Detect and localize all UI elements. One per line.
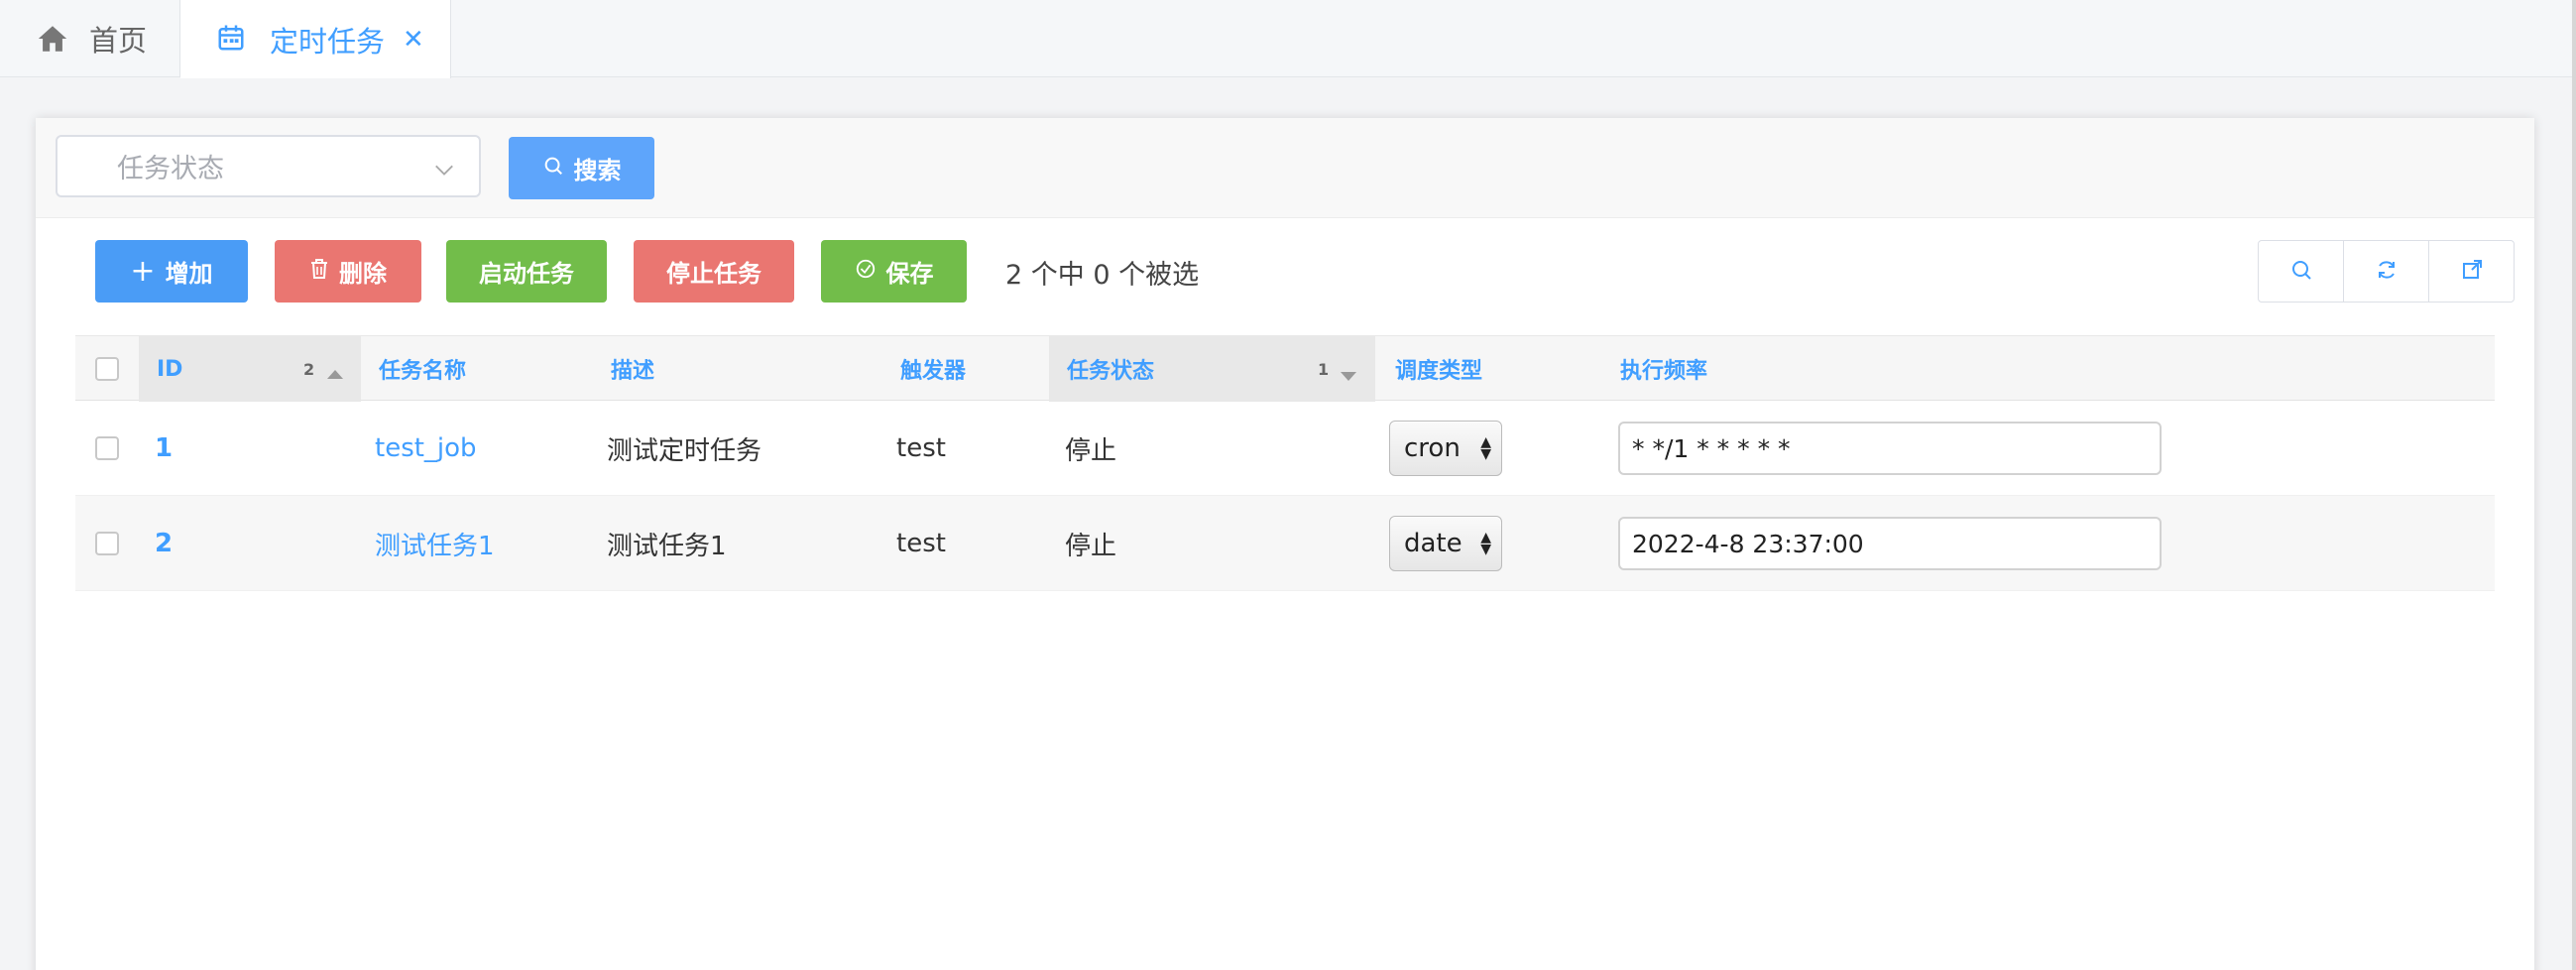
save-button-label: 保存	[885, 260, 934, 288]
row-frequency-cell: * */1 * * * * *	[1618, 401, 2162, 496]
delete-button-label: 删除	[339, 260, 387, 288]
tab-bar: 首页 定时任务 ✕	[0, 0, 2576, 78]
column-trigger[interactable]: 触发器	[882, 336, 1049, 402]
close-icon[interactable]: ✕	[403, 25, 424, 55]
column-name[interactable]: 任务名称	[361, 336, 593, 402]
search-icon	[542, 155, 564, 182]
column-desc-label: 描述	[611, 359, 655, 384]
home-icon	[36, 22, 69, 56]
schedule-type-value: cron	[1404, 433, 1461, 463]
table-tools	[2258, 240, 2515, 303]
column-desc[interactable]: 描述	[593, 336, 882, 402]
updown-arrows-icon: ▲ ▼	[1480, 434, 1491, 462]
row-checkbox[interactable]	[95, 436, 119, 460]
refresh-icon	[2375, 258, 2399, 286]
start-task-label: 启动任务	[479, 260, 574, 288]
row-id[interactable]: 1	[139, 401, 173, 496]
row-schedule-type-cell: cron ▲ ▼	[1389, 401, 1502, 496]
table-row[interactable]: 2 测试任务1 测试任务1 test 停止 date ▲ ▼ 2022-4-8 2…	[75, 496, 2495, 591]
table-header: ID 2 任务名称 描述 触发器 任务状态 1 调度类型 执行频率	[75, 335, 2495, 402]
check-circle-icon	[855, 258, 877, 286]
row-trigger: test	[896, 529, 946, 558]
search-icon	[2289, 258, 2313, 286]
row-frequency-cell: 2022-4-8 23:37:00	[1618, 496, 2162, 591]
add-button-label: 增加	[165, 260, 213, 288]
row-name[interactable]: 测试任务1	[361, 496, 495, 591]
frequency-input[interactable]: * */1 * * * * *	[1618, 422, 2162, 475]
column-id[interactable]: ID 2	[139, 336, 361, 402]
tab-scheduled-tasks[interactable]: 定时任务 ✕	[180, 0, 451, 78]
stop-task-button[interactable]: 停止任务	[634, 240, 794, 303]
row-status: 停止	[1065, 435, 1117, 466]
status-select-placeholder: 任务状态	[117, 154, 224, 184]
tab-home-label: 首页	[89, 24, 148, 58]
status-select[interactable]: 任务状态	[56, 135, 481, 197]
select-all-cell	[75, 336, 139, 402]
column-schedule-type-label: 调度类型	[1395, 359, 1483, 384]
window-edge	[2572, 0, 2576, 970]
row-select-cell	[75, 496, 139, 591]
column-status[interactable]: 任务状态 1	[1049, 336, 1375, 402]
refresh-button[interactable]	[2344, 241, 2429, 302]
filter-bar: 任务状态 搜索	[36, 118, 2534, 218]
export-icon	[2460, 258, 2484, 286]
row-desc: 测试定时任务	[607, 435, 762, 466]
updown-arrows-icon: ▲ ▼	[1480, 530, 1491, 557]
table-search-button[interactable]	[2259, 241, 2344, 302]
plus-icon: +	[130, 254, 156, 289]
add-button[interactable]: + 增加	[95, 240, 248, 303]
column-trigger-label: 触发器	[900, 359, 967, 384]
column-schedule-type[interactable]: 调度类型	[1375, 336, 1602, 402]
calendar-icon	[216, 23, 250, 57]
stop-task-label: 停止任务	[666, 260, 761, 288]
column-frequency[interactable]: 执行频率	[1602, 336, 2495, 402]
start-task-button[interactable]: 启动任务	[446, 240, 607, 303]
row-trigger: test	[896, 433, 946, 463]
sort-desc-icon	[1341, 364, 1356, 389]
search-button-label: 搜索	[573, 157, 622, 184]
schedule-type-select[interactable]: date ▲ ▼	[1389, 516, 1502, 571]
chevron-down-icon	[433, 157, 455, 179]
delete-button[interactable]: 删除	[275, 240, 421, 303]
export-button[interactable]	[2429, 241, 2514, 302]
selection-info: 2 个中 0 个被选	[1005, 260, 1200, 291]
frequency-input[interactable]: 2022-4-8 23:37:00	[1618, 517, 2162, 570]
search-button[interactable]: 搜索	[509, 137, 654, 199]
sort-order-badge: 1	[1318, 360, 1330, 379]
column-frequency-label: 执行频率	[1620, 359, 1708, 384]
column-name-label: 任务名称	[379, 359, 467, 384]
tab-scheduled-tasks-label: 定时任务	[270, 24, 386, 59]
column-status-label: 任务状态	[1067, 359, 1155, 384]
row-select-cell	[75, 401, 139, 496]
column-id-label: ID	[157, 356, 183, 382]
row-desc: 测试任务1	[607, 531, 727, 561]
schedule-type-value: date	[1404, 529, 1463, 558]
tab-home[interactable]: 首页	[0, 0, 180, 77]
row-name[interactable]: test_job	[361, 401, 477, 496]
main-panel: 任务状态 搜索 + 增加 删除 启动任务 停止任务 保存 2 个中 0 个被选 …	[36, 118, 2534, 970]
sort-asc-icon	[327, 361, 343, 386]
select-all-checkbox[interactable]	[95, 357, 119, 381]
sort-order-badge: 2	[303, 360, 315, 379]
row-schedule-type-cell: date ▲ ▼	[1389, 496, 1502, 591]
task-table: ID 2 任务名称 描述 触发器 任务状态 1 调度类型 执行频率 1 test…	[75, 335, 2495, 591]
table-row[interactable]: 1 test_job 测试定时任务 test 停止 cron ▲ ▼ * */1 …	[75, 401, 2495, 496]
save-button[interactable]: 保存	[821, 240, 967, 303]
row-checkbox[interactable]	[95, 532, 119, 555]
row-id[interactable]: 2	[139, 496, 173, 591]
row-status: 停止	[1065, 531, 1117, 561]
trash-icon	[309, 258, 329, 286]
schedule-type-select[interactable]: cron ▲ ▼	[1389, 421, 1502, 476]
